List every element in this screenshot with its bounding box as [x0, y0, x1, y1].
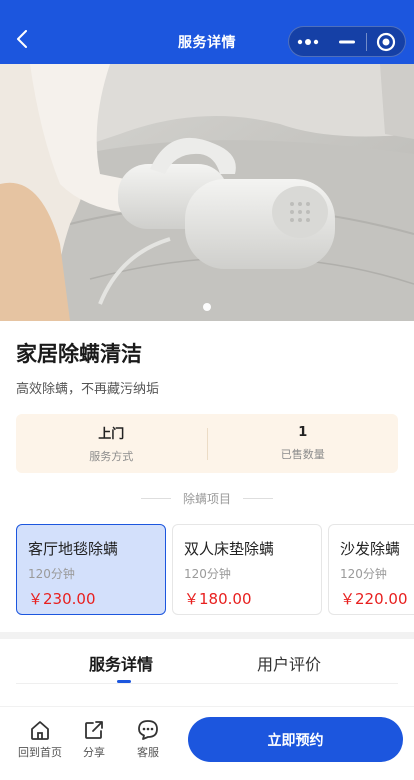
chat-icon	[120, 719, 176, 741]
item-card-living-room-carpet[interactable]: 客厅地毯除螨 120分钟 ￥230.00	[16, 524, 166, 615]
items-section-label: 除螨项目	[182, 492, 231, 506]
item-duration: 120分钟	[340, 567, 387, 581]
hero-image	[0, 64, 414, 321]
section-gap	[0, 632, 414, 639]
divider-line	[243, 498, 273, 499]
item-price: ￥230.00	[28, 590, 96, 608]
share-button[interactable]: 分享	[66, 719, 122, 760]
service-subtitle: 高效除螨，不再藏污纳垢	[16, 382, 160, 397]
bottom-action-bar: 回到首页 分享 客服 立即预约	[0, 706, 414, 780]
minimize-icon[interactable]	[327, 27, 365, 56]
service-method: 上门 服务方式	[16, 423, 207, 464]
mini-program-capsule	[288, 26, 406, 57]
service-method-value: 上门	[98, 427, 125, 442]
share-label: 分享	[83, 746, 105, 759]
item-card-double-mattress[interactable]: 双人床垫除螨 120分钟 ￥180.00	[172, 524, 322, 615]
item-price: ￥220.00	[340, 590, 408, 608]
item-card-list[interactable]: 客厅地毯除螨 120分钟 ￥230.00 双人床垫除螨 120分钟 ￥180.0…	[16, 524, 414, 616]
service-method-label: 服务方式	[89, 450, 134, 463]
carousel-dot[interactable]	[203, 303, 211, 311]
sold-count-label: 已售数量	[280, 448, 325, 461]
sold-count-value: 1	[298, 425, 308, 440]
item-duration: 120分钟	[184, 567, 231, 581]
divider-line	[140, 498, 171, 499]
service-info-box: 上门 服务方式 1 已售数量	[16, 414, 398, 473]
item-card-sofa[interactable]: 沙发除螨 120分钟 ￥220.00	[328, 524, 414, 615]
item-name: 客厅地毯除螨	[28, 540, 119, 558]
tab-divider	[16, 683, 398, 684]
book-now-button[interactable]: 立即预约	[188, 717, 403, 762]
service-title: 家居除螨清洁	[16, 342, 142, 366]
home-button[interactable]: 回到首页	[12, 719, 68, 760]
detail-tabs: 服务详情 用户评价	[0, 639, 414, 685]
navbar: 服务详情	[0, 0, 414, 64]
home-icon	[12, 719, 68, 741]
target-icon[interactable]	[367, 27, 405, 56]
sold-count: 1 已售数量	[208, 425, 399, 462]
share-icon	[66, 719, 122, 741]
item-price: ￥180.00	[184, 590, 252, 608]
items-section-header: 除螨项目	[0, 490, 414, 507]
tab-service-details[interactable]: 服务详情	[89, 651, 153, 675]
item-name: 沙发除螨	[340, 540, 401, 558]
customer-service-label: 客服	[137, 746, 159, 759]
item-duration: 120分钟	[28, 567, 75, 581]
tab-user-reviews[interactable]: 用户评价	[257, 651, 321, 675]
item-name: 双人床垫除螨	[184, 540, 275, 558]
customer-service-button[interactable]: 客服	[120, 719, 176, 760]
more-icon[interactable]	[289, 27, 327, 56]
home-label: 回到首页	[18, 746, 62, 759]
